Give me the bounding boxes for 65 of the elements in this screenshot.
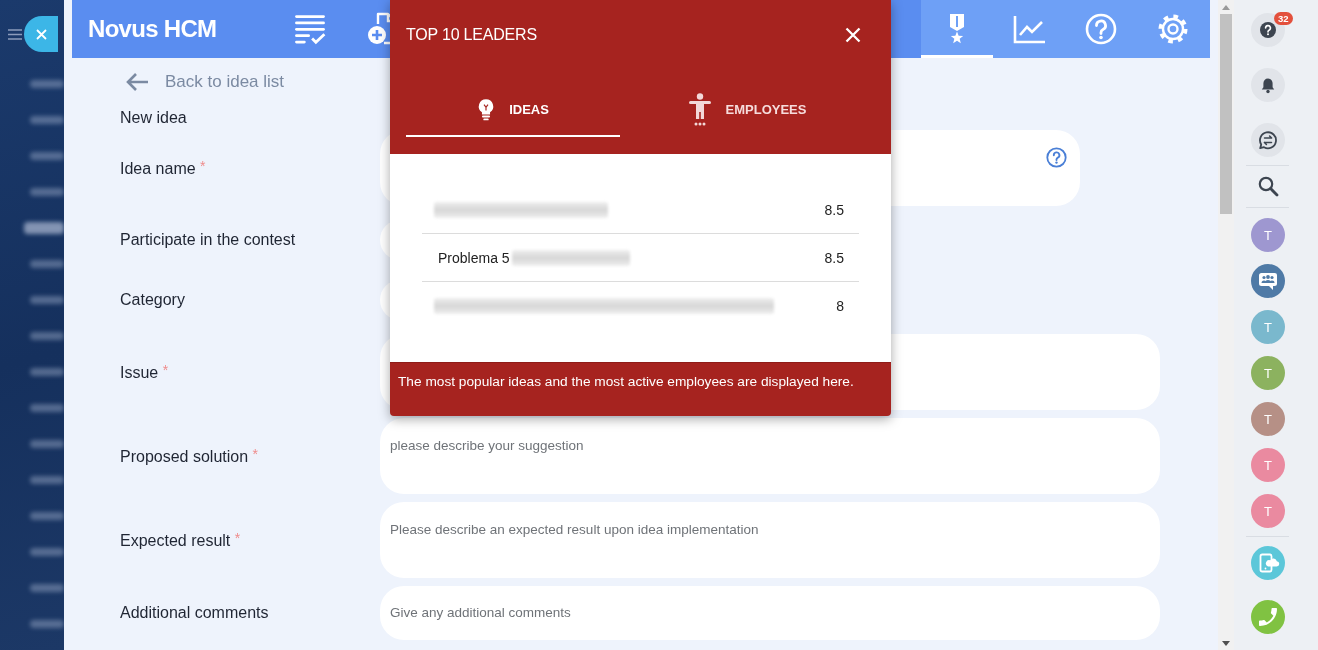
blurred-text	[30, 368, 64, 376]
popup-tab[interactable]: IDEAS	[406, 88, 620, 137]
light-bulb-icon	[477, 96, 496, 123]
help-icon	[1085, 13, 1117, 45]
idea-score: 8.5	[824, 249, 844, 266]
blurred-text	[30, 476, 64, 484]
avatar[interactable]: T	[1251, 448, 1285, 482]
arrow-left-icon	[125, 72, 149, 92]
blurred-text	[24, 222, 64, 234]
avatar[interactable]: T	[1251, 356, 1285, 390]
idea-score: 8.5	[824, 201, 844, 218]
field-label: Category	[120, 291, 185, 309]
blurred-text	[30, 548, 64, 556]
chat-arrows-icon[interactable]	[1251, 123, 1285, 157]
blurred-text	[30, 440, 64, 448]
popup-title: TOP 10 LEADERS	[406, 26, 537, 44]
avatar[interactable]: T	[1251, 402, 1285, 436]
text-area[interactable]: please describe your suggestion	[380, 418, 1160, 494]
field-label: Issue $^{*}$	[120, 362, 169, 382]
notification-badge: 32	[1274, 12, 1293, 25]
field-label: Participate in the contest	[120, 231, 296, 249]
help-icon[interactable]	[1046, 147, 1067, 168]
medal-icon	[948, 13, 966, 45]
settings-icon	[1157, 13, 1189, 45]
back-link[interactable]: Back to idea list	[125, 70, 285, 94]
idea-name: Problema 5	[437, 249, 510, 266]
person-icon	[687, 93, 712, 126]
avatar[interactable]: T	[1251, 494, 1285, 528]
field-label: Additional comments	[120, 604, 269, 622]
blurred-text	[30, 188, 64, 196]
menu-icon[interactable]	[8, 28, 22, 40]
close-button[interactable]	[845, 27, 861, 43]
app-logo: Novus HCM	[87, 14, 218, 44]
field-label: Proposed solution $^{*}$	[120, 446, 258, 466]
text-area[interactable]: Please describe an expected result upon idea implementation	[380, 502, 1160, 578]
line-chart-icon	[1012, 14, 1046, 44]
field-label: Expected result $^{*}$	[120, 530, 241, 550]
search-icon[interactable]	[1256, 174, 1280, 198]
blurred-text	[30, 332, 64, 340]
list-check-icon	[294, 13, 326, 45]
scroll-thumb[interactable]	[1220, 14, 1232, 214]
blurred-text	[30, 116, 64, 124]
close-icon	[36, 28, 47, 40]
avatar[interactable]: T	[1251, 218, 1285, 252]
caret-down-icon[interactable]	[1222, 641, 1230, 646]
caret-up-icon[interactable]	[1222, 5, 1230, 10]
blurred-text	[30, 584, 64, 592]
blurred-text	[30, 296, 64, 304]
bell-icon[interactable]	[1251, 68, 1285, 102]
form-title: New idea	[120, 108, 187, 128]
avatar[interactable]: T	[1251, 310, 1285, 344]
popup-tab[interactable]: EMPLOYEES	[640, 88, 854, 137]
blurred-text	[30, 80, 64, 88]
group-chat-icon[interactable]	[1251, 264, 1285, 298]
popup-footer-text: The most popular ideas and the most active employees are displayed here.	[390, 362, 891, 416]
field-label: Idea name $^{*}$	[120, 158, 206, 178]
text-area[interactable]: Give any additional comments	[380, 586, 1160, 640]
blurred-text	[30, 512, 64, 520]
blurred-text	[30, 404, 64, 412]
close-button[interactable]	[24, 16, 58, 52]
blurred-text	[30, 260, 64, 268]
blurred-text	[30, 152, 64, 160]
close-icon	[845, 27, 861, 43]
idea-score: 8	[836, 298, 844, 314]
blurred-text	[30, 620, 64, 628]
